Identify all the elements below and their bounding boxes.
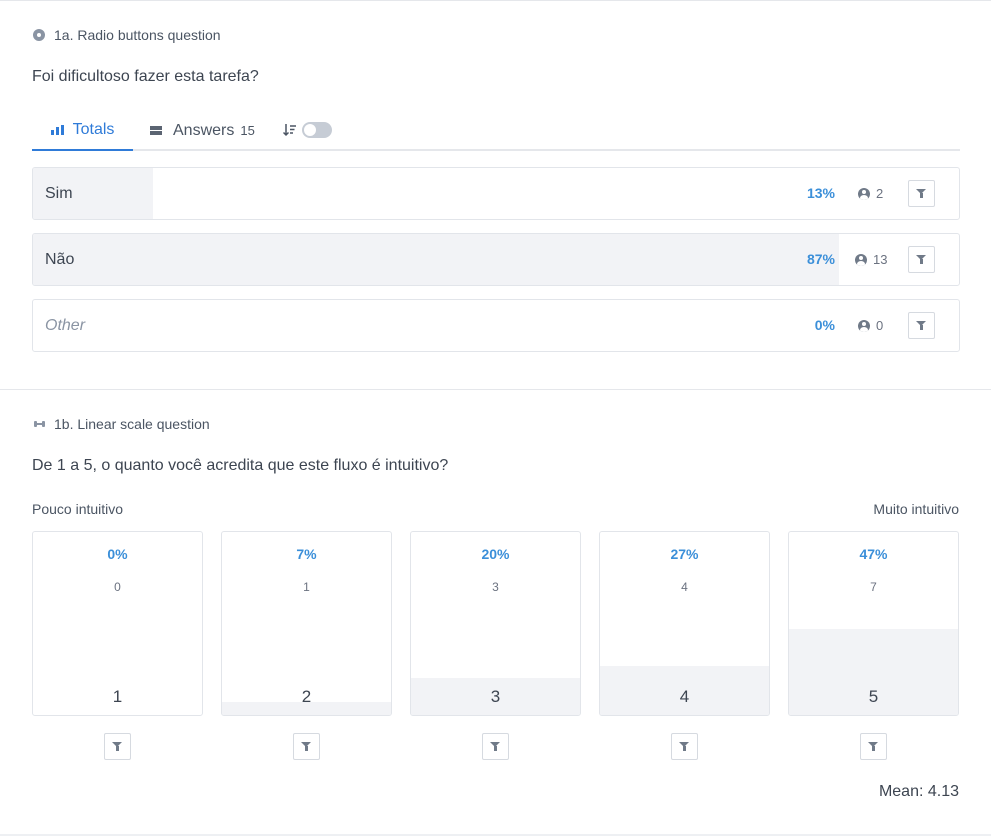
question-text: Foi dificultoso fazer esta tarefa?: [32, 68, 259, 85]
option-respondents: 0: [858, 300, 883, 351]
option-label: Não: [45, 251, 75, 268]
scale-count: 1: [303, 580, 310, 594]
filter-icon: [679, 741, 690, 752]
option-count: 2: [876, 186, 884, 201]
question-type-label: 1b. Linear scale question: [54, 416, 210, 432]
option-row: Não 87% 13: [32, 233, 960, 286]
option-row: Sim 13% 2: [32, 167, 960, 220]
filter-icon: [868, 741, 879, 752]
sort-descending-icon[interactable]: [282, 123, 297, 139]
filter-button[interactable]: [908, 180, 935, 207]
filter-button[interactable]: [293, 733, 320, 760]
filter-icon: [112, 741, 123, 752]
scale-percent: 7%: [296, 546, 317, 562]
option-label: Sim: [45, 185, 73, 202]
scale-min-label: Pouco intuitivo: [32, 501, 124, 517]
user-icon: [855, 253, 867, 266]
scale-percent: 20%: [481, 546, 510, 562]
user-icon: [858, 319, 870, 332]
scale-value: 4: [679, 687, 690, 706]
option-respondents: 2: [858, 168, 883, 219]
option-percent: 87%: [806, 251, 835, 267]
option-row: Other 0% 0: [32, 299, 960, 352]
option-bar-fill: [33, 234, 839, 285]
question-type-label: 1a. Radio buttons question: [54, 27, 221, 43]
option-count: 13: [873, 252, 888, 267]
scale-percent: 47%: [859, 546, 888, 562]
scale-card: 47% 7 5: [788, 531, 959, 716]
scale-percent: 0%: [107, 546, 128, 562]
top-border: [0, 0, 991, 1]
toggle-knob: [304, 124, 316, 136]
results-tabs: Totals Answers 15: [32, 110, 960, 151]
scale-count: 0: [114, 580, 121, 594]
filter-icon: [301, 741, 312, 752]
filter-icon: [490, 741, 501, 752]
tab-answers-label: Answers: [173, 121, 235, 139]
radio-button-icon: [32, 28, 46, 42]
filter-icon: [916, 320, 927, 331]
option-percent: 13%: [806, 185, 835, 201]
section-divider: [0, 389, 991, 390]
scale-value: 3: [490, 687, 501, 706]
scale-count: 3: [492, 580, 499, 594]
bar-chart-icon: [50, 124, 64, 135]
scale-count: 7: [870, 580, 877, 594]
filter-button[interactable]: [860, 733, 887, 760]
option-respondents: 13: [855, 234, 887, 285]
scale-value: 1: [112, 687, 123, 706]
scale-value: 2: [301, 687, 312, 706]
option-percent: 0%: [814, 317, 835, 333]
scale-percent: 27%: [670, 546, 699, 562]
scale-value: 5: [868, 687, 879, 706]
user-icon: [858, 187, 870, 200]
filter-button[interactable]: [104, 733, 131, 760]
filter-button[interactable]: [482, 733, 509, 760]
scale-count: 4: [681, 580, 688, 594]
option-count: 0: [876, 318, 884, 333]
scale-card: 0% 0 1: [32, 531, 203, 716]
scale-card: 27% 4 4: [599, 531, 770, 716]
filter-button[interactable]: [671, 733, 698, 760]
sort-toggle[interactable]: [302, 122, 332, 138]
question-text: De 1 a 5, o quanto você acredita que est…: [32, 457, 449, 474]
question-type-scale: 1b. Linear scale question: [32, 416, 210, 432]
filter-icon: [916, 254, 927, 265]
scale-card: 20% 3 3: [410, 531, 581, 716]
tab-answers[interactable]: Answers 15: [150, 110, 255, 151]
option-label: Other: [45, 317, 86, 334]
tab-totals[interactable]: Totals: [32, 110, 133, 151]
linear-scale-icon: [32, 417, 46, 431]
list-icon: [150, 125, 162, 136]
mean-value: Mean: 4.13: [878, 783, 959, 800]
scale-card: 7% 1 2: [221, 531, 392, 716]
filter-icon: [916, 188, 927, 199]
tab-totals-label: Totals: [72, 120, 115, 138]
filter-button[interactable]: [908, 312, 935, 339]
question-type-radio: 1a. Radio buttons question: [32, 27, 221, 43]
answers-count: 15: [240, 123, 255, 138]
scale-max-label: Muito intuitivo: [873, 501, 959, 517]
filter-button[interactable]: [908, 246, 935, 273]
